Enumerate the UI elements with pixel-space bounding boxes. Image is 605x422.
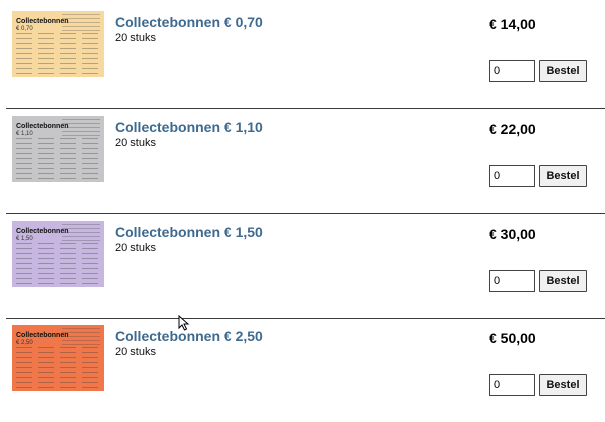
thumbnail-value: € 1,50 [16, 236, 33, 242]
order-button[interactable]: Bestel [539, 165, 587, 187]
thumbnail-title: Collectebonnen [16, 332, 69, 339]
mouse-pointer-icon [178, 315, 190, 331]
thumbnail-lines [62, 224, 100, 242]
product-thumbnail[interactable]: Collectebonnen € 0,70 [12, 11, 104, 77]
product-thumbnail[interactable]: Collectebonnen € 2,50 [12, 325, 104, 391]
product-price: € 22,00 [489, 121, 536, 137]
thumbnail-coupons [16, 33, 100, 75]
quantity-input[interactable] [489, 165, 535, 187]
thumbnail-lines [62, 14, 100, 32]
thumbnail-value: € 1,10 [16, 131, 33, 137]
product-row: Collectebonnen € 2,50 Collectebonnen € 2… [0, 318, 605, 422]
thumbnail-coupons [16, 138, 100, 180]
quantity-input[interactable] [489, 270, 535, 292]
thumbnail-coupons [16, 347, 100, 389]
product-quantity-text: 20 stuks [115, 32, 156, 44]
product-price: € 50,00 [489, 330, 536, 346]
order-button[interactable]: Bestel [539, 270, 587, 292]
thumbnail-value: € 0,70 [16, 26, 33, 32]
product-row: Collectebonnen € 1,10 Collectebonnen € 1… [0, 109, 605, 213]
quantity-input[interactable] [489, 60, 535, 82]
order-button[interactable]: Bestel [539, 374, 587, 396]
product-title[interactable]: Collectebonnen € 0,70 [115, 14, 263, 30]
thumbnail-title: Collectebonnen [16, 123, 69, 130]
product-quantity-text: 20 stuks [115, 242, 156, 254]
product-quantity-text: 20 stuks [115, 346, 156, 358]
thumbnail-title: Collectebonnen [16, 228, 69, 235]
thumbnail-title: Collectebonnen [16, 18, 69, 25]
thumbnail-lines [62, 328, 100, 346]
thumbnail-value: € 2,50 [16, 340, 33, 346]
product-title[interactable]: Collectebonnen € 1,10 [115, 119, 263, 135]
thumbnail-coupons [16, 243, 100, 285]
product-thumbnail[interactable]: Collectebonnen € 1,50 [12, 221, 104, 287]
product-title[interactable]: Collectebonnen € 1,50 [115, 224, 263, 240]
product-quantity-text: 20 stuks [115, 137, 156, 149]
product-row: Collectebonnen € 0,70 Collectebonnen € 0… [0, 4, 605, 108]
product-price: € 30,00 [489, 226, 536, 242]
quantity-input[interactable] [489, 374, 535, 396]
order-button[interactable]: Bestel [539, 60, 587, 82]
product-row: Collectebonnen € 1,50 Collectebonnen € 1… [0, 214, 605, 318]
product-price: € 14,00 [489, 16, 536, 32]
product-thumbnail[interactable]: Collectebonnen € 1,10 [12, 116, 104, 182]
thumbnail-lines [62, 119, 100, 137]
